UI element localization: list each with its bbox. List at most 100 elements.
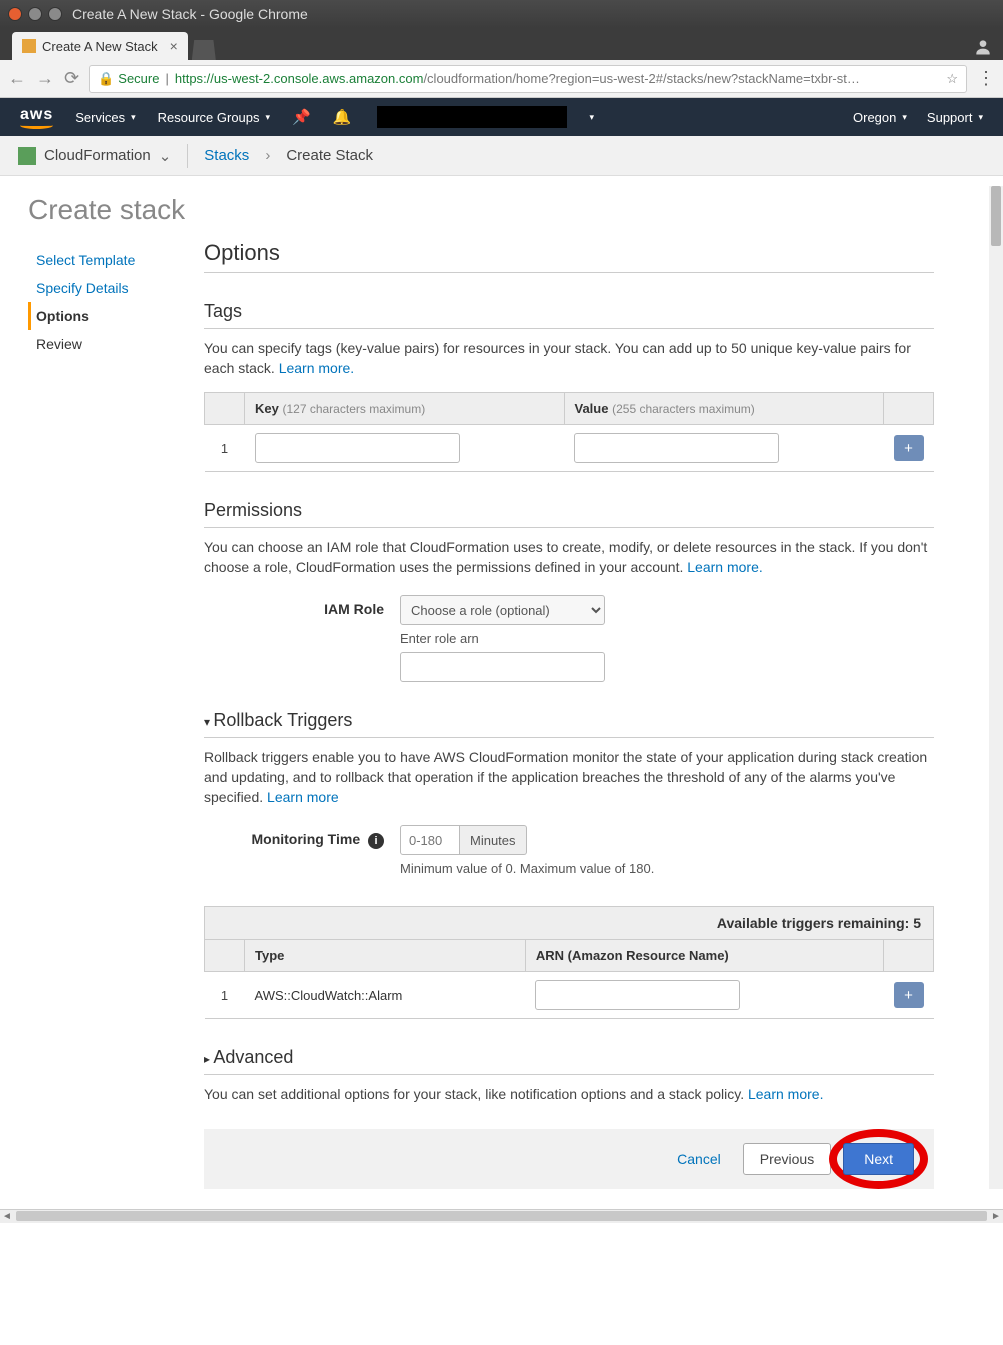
horizontal-scrollbar[interactable]: ◄ ► — [0, 1209, 1003, 1223]
window-close-button[interactable] — [8, 7, 22, 21]
tags-col-key: Key (127 characters maximum) — [245, 393, 565, 425]
advanced-heading[interactable]: Advanced — [204, 1047, 934, 1075]
tab-title: Create A New Stack — [42, 39, 158, 54]
wizard-step-options[interactable]: Options — [28, 302, 168, 330]
breadcrumb-current: Create Stack — [286, 147, 373, 164]
next-button-highlight: Next — [843, 1143, 914, 1175]
browser-tab-strip: Create A New Stack × — [0, 28, 1003, 60]
tag-value-input[interactable] — [574, 433, 779, 463]
reload-icon[interactable]: ⟳ — [64, 68, 79, 89]
iam-role-label: IAM Role — [204, 595, 384, 617]
role-arn-input[interactable] — [400, 652, 605, 682]
trigger-arn-input[interactable] — [535, 980, 740, 1010]
caret-down-icon: ▾ — [266, 112, 271, 123]
trigger-row-index: 1 — [205, 972, 245, 1019]
triggers-col-action — [884, 940, 934, 972]
permissions-desc-text: You can choose an IAM role that CloudFor… — [204, 539, 927, 575]
aws-top-nav: aws Services ▾ Resource Groups ▾ 📌 🔔 ▾ O… — [0, 98, 1003, 136]
tags-col-action — [884, 393, 934, 425]
favicon-icon — [22, 39, 36, 53]
new-tab-button[interactable] — [192, 40, 216, 60]
pin-icon[interactable]: 📌 — [292, 108, 311, 126]
scroll-left-icon[interactable]: ◄ — [0, 1211, 14, 1222]
cancel-button[interactable]: Cancel — [667, 1145, 731, 1173]
enter-role-arn-label: Enter role arn — [400, 631, 934, 646]
wizard-footer: Cancel Previous Next — [204, 1129, 934, 1189]
secure-badge: 🔒 Secure — [98, 71, 159, 87]
nav-resource-groups[interactable]: Resource Groups ▾ — [158, 110, 270, 125]
advanced-learn-more-link[interactable]: Learn more. — [748, 1086, 823, 1102]
tab-close-icon[interactable]: × — [170, 38, 178, 54]
tags-row-index: 1 — [205, 425, 245, 472]
tags-col-index — [205, 393, 245, 425]
caret-down-icon: ▾ — [589, 112, 594, 123]
account-menu[interactable] — [377, 106, 567, 128]
wizard-step-select-template[interactable]: Select Template — [28, 246, 168, 274]
advanced-desc-text: You can set additional options for your … — [204, 1086, 748, 1102]
permissions-learn-more-link[interactable]: Learn more. — [687, 559, 762, 575]
breadcrumb-service[interactable]: CloudFormation ⌄ — [18, 147, 171, 165]
tags-col-key-hint: (127 characters maximum) — [282, 402, 425, 416]
chevron-down-icon: ⌄ — [159, 147, 172, 165]
monitoring-time-label: Monitoring Time i — [204, 825, 384, 849]
breadcrumb-service-label: CloudFormation — [44, 147, 151, 164]
wizard-step-review[interactable]: Review — [28, 330, 168, 358]
monitoring-time-input[interactable] — [400, 825, 460, 855]
wizard-step-specify-details[interactable]: Specify Details — [28, 274, 168, 302]
trigger-row-type: AWS::CloudWatch::Alarm — [245, 972, 526, 1019]
chrome-menu-icon[interactable]: ⋮ — [977, 68, 995, 89]
rollback-title-text: Rollback Triggers — [213, 710, 352, 730]
advanced-description: You can set additional options for your … — [204, 1085, 934, 1105]
triggers-remaining: Available triggers remaining: 5 — [204, 906, 934, 939]
bookmark-star-icon[interactable]: ☆ — [946, 71, 958, 87]
iam-role-select[interactable]: Choose a role (optional) — [400, 595, 605, 625]
cloudformation-icon — [18, 147, 36, 165]
breadcrumb-separator: › — [265, 147, 270, 164]
bell-icon[interactable]: 🔔 — [333, 108, 352, 126]
window-minimize-button[interactable] — [28, 7, 42, 21]
caret-down-icon: ▾ — [902, 112, 907, 123]
caret-down-icon: ▾ — [131, 112, 136, 123]
main-content: Options Tags You can specify tags (key-v… — [204, 240, 934, 1189]
nav-support-label: Support — [927, 110, 973, 125]
address-bar[interactable]: 🔒 Secure | https://us-west-2.console.aws… — [89, 65, 967, 93]
add-tag-button[interactable]: + — [894, 435, 924, 461]
rollback-learn-more-link[interactable]: Learn more — [267, 789, 339, 805]
tags-col-value-label: Value — [575, 401, 609, 416]
chrome-profile-icon[interactable] — [973, 37, 993, 60]
lock-icon: 🔒 — [98, 71, 114, 87]
breadcrumb-stacks[interactable]: Stacks — [204, 147, 249, 164]
back-icon[interactable]: ← — [8, 68, 26, 89]
add-trigger-button[interactable]: + — [894, 982, 924, 1008]
browser-toolbar: ← → ⟳ 🔒 Secure | https://us-west-2.conso… — [0, 60, 1003, 98]
tags-heading: Tags — [204, 301, 934, 329]
nav-support[interactable]: Support ▾ — [927, 110, 983, 125]
nav-services[interactable]: Services ▾ — [75, 110, 135, 125]
browser-tab-active[interactable]: Create A New Stack × — [12, 32, 188, 60]
url-host: ://us-west-2.console.aws.amazon.com — [203, 71, 423, 86]
window-title: Create A New Stack - Google Chrome — [72, 6, 308, 22]
scroll-right-icon[interactable]: ► — [989, 1211, 1003, 1222]
window-maximize-button[interactable] — [48, 7, 62, 21]
options-heading: Options — [204, 240, 934, 273]
tags-description: You can specify tags (key-value pairs) f… — [204, 339, 934, 378]
scrollbar-track[interactable] — [16, 1211, 987, 1221]
info-icon[interactable]: i — [368, 833, 384, 849]
previous-button[interactable]: Previous — [743, 1143, 831, 1175]
next-button[interactable]: Next — [843, 1143, 914, 1175]
nav-region[interactable]: Oregon ▾ — [853, 110, 907, 125]
forward-icon[interactable]: → — [36, 68, 54, 89]
table-row: 1 AWS::CloudWatch::Alarm + — [205, 972, 934, 1019]
tags-learn-more-link[interactable]: Learn more. — [279, 360, 354, 376]
table-row: 1 + — [205, 425, 934, 472]
vertical-scrollbar[interactable] — [989, 186, 1003, 1189]
tags-col-key-label: Key — [255, 401, 279, 416]
rollback-triggers-heading[interactable]: Rollback Triggers — [204, 710, 934, 738]
advanced-title-text: Advanced — [213, 1047, 293, 1067]
aws-logo[interactable]: aws — [20, 106, 53, 129]
tags-col-value: Value (255 characters maximum) — [564, 393, 884, 425]
breadcrumb: CloudFormation ⌄ Stacks › Create Stack — [0, 136, 1003, 176]
rollback-triggers-table: Type ARN (Amazon Resource Name) 1 AWS::C… — [204, 939, 934, 1019]
scrollbar-thumb[interactable] — [991, 186, 1001, 246]
tag-key-input[interactable] — [255, 433, 460, 463]
